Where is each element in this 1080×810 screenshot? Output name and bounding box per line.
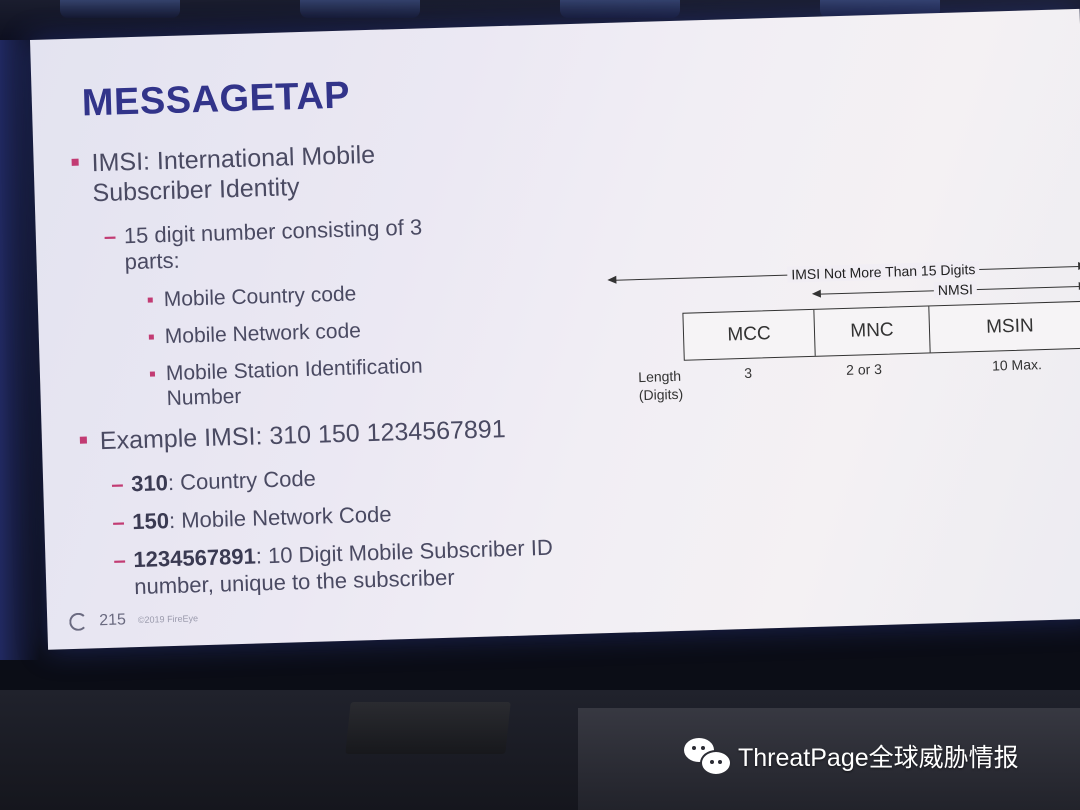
mnc-length: 2 or 3 (845, 360, 883, 378)
bullet-text: Subscriber Identity (92, 173, 300, 208)
bullet-text: Mobile Station Identification (165, 354, 424, 386)
sub-sub-bullet-mnc: Mobile Network code (77, 311, 598, 352)
copyright: ©2019 FireEye (137, 613, 199, 626)
sub-sub-bullet-mcc: Mobile Country code (75, 274, 596, 315)
bold-value: 1234567891 (133, 543, 257, 573)
bullet-marker (147, 297, 153, 303)
mcc-cell: MCC (683, 309, 816, 360)
bullet-text: parts: (124, 248, 181, 275)
stage-light (300, 0, 420, 18)
msin-length: 10 Max. (991, 356, 1043, 374)
bullet-marker (79, 436, 87, 444)
bullet-marker (71, 158, 79, 166)
mnc-cell: MNC (814, 306, 931, 356)
dot (710, 760, 714, 764)
wechat-icon (684, 738, 732, 776)
nmsi-arrow: NMSI (811, 279, 1080, 301)
dash-marker: – (103, 223, 117, 249)
bullet-text: 15 digit number consisting of 3 (123, 214, 423, 249)
page-number: 215 (99, 611, 127, 630)
dot (701, 746, 705, 750)
stage-light (60, 0, 180, 18)
sub-bullet-subscriber: – 1234567891: 10 Digit Mobile Subscriber… (83, 534, 604, 602)
bullet-text: : 10 Digit Mobile Subscriber ID (255, 535, 554, 569)
slide-title: MESSAGETAP (81, 74, 351, 125)
bullet-text: Example IMSI: 310 150 1234567891 (99, 414, 507, 455)
bullet-text: : Mobile Network Code (168, 501, 392, 534)
chat-bubble-shape (700, 750, 732, 776)
dot (692, 746, 696, 750)
imsi-structure-diagram: IMSI Not More Than 15 Digits NMSI MCC MN… (607, 249, 1080, 413)
watermark: ThreatPage全球威胁情报 (684, 738, 1019, 776)
bullet-text: Mobile Network code (164, 319, 362, 349)
bullet-text: Mobile Country code (163, 282, 357, 311)
msin-cell: MSIN (985, 315, 1034, 338)
nmsi-arrow-label: NMSI (933, 281, 978, 299)
bullet-text: IMSI: International Mobile (91, 140, 376, 178)
bullet-text: Number (166, 385, 242, 411)
stage-monitor (345, 702, 511, 754)
dot (718, 760, 722, 764)
sub-bullet-country: – 310: Country Code (81, 457, 602, 499)
watermark-text: ThreatPage全球威胁情报 (738, 744, 1019, 772)
fireeye-logo-icon (69, 612, 88, 632)
length-label: Length (Digits) (638, 367, 683, 405)
bullet-list: IMSI: International Mobile Subscriber Id… (71, 133, 605, 613)
bold-value: 150 (131, 508, 170, 535)
projected-slide: MESSAGETAP IMSI: International Mobile Su… (30, 8, 1080, 650)
bullet-example: Example IMSI: 310 150 1234567891 (79, 411, 600, 456)
bullet-text: : Country Code (167, 465, 317, 495)
length-label-line: (Digits) (638, 385, 684, 404)
sub-sub-bullet-msin: Mobile Station Identification Number (78, 348, 599, 414)
slide-footer: 215 ©2019 FireEye (69, 609, 199, 632)
bold-value: 310 (130, 469, 169, 496)
imsi-arrow-label: IMSI Not More Than 15 Digits (787, 260, 980, 283)
bullet-marker (148, 334, 154, 340)
dash-marker: – (111, 509, 125, 535)
mcc-length: 3 (743, 364, 753, 381)
sub-bullet-network: – 150: Mobile Network Code (82, 495, 603, 537)
bullet-marker (149, 371, 156, 377)
length-label-line: Length (638, 367, 682, 386)
dash-marker: – (113, 547, 127, 574)
imsi-field-boxes: MCC MNC MSIN (682, 300, 1080, 361)
bullet-imsi: IMSI: International Mobile Subscriber Id… (71, 133, 593, 208)
dash-marker: – (110, 470, 124, 497)
sub-bullet-digits: – 15 digit number consisting of 3 parts: (74, 209, 595, 277)
stage-light (560, 0, 680, 18)
